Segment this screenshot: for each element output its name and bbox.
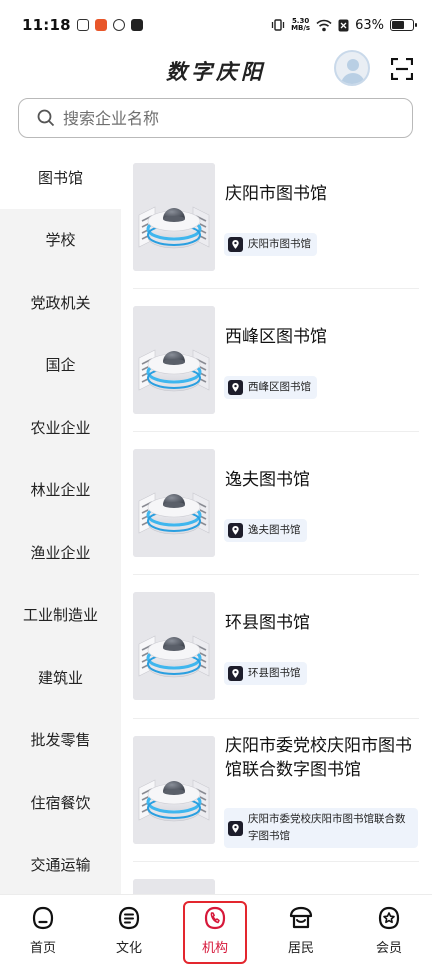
sidebar-item-retail[interactable]: 批发零售 bbox=[0, 709, 121, 772]
sidebar-item-government[interactable]: 党政机关 bbox=[0, 271, 121, 334]
resident-icon bbox=[289, 906, 313, 929]
location-tag: 环县图书馆 bbox=[224, 662, 307, 685]
library-thumbnail bbox=[133, 163, 215, 271]
location-pin-icon bbox=[228, 237, 243, 252]
tab-culture[interactable]: 文化 bbox=[86, 895, 172, 964]
wifi-icon bbox=[316, 19, 332, 31]
status-time: 11:18 bbox=[22, 16, 71, 34]
battery-icon bbox=[390, 19, 417, 31]
library-thumbnail bbox=[133, 306, 215, 414]
location-tag: 庆阳市委党校庆阳市图书馆联合数字图书馆 bbox=[224, 808, 418, 848]
library-thumbnail bbox=[133, 736, 215, 844]
notification-app-icon bbox=[94, 19, 107, 31]
tab-label: 会员 bbox=[375, 941, 402, 956]
scan-icon[interactable] bbox=[391, 58, 413, 80]
sidebar-item-school[interactable]: 学校 bbox=[0, 209, 121, 272]
location-tag: 西峰区图书馆 bbox=[224, 376, 317, 399]
list-item[interactable]: 庆阳市图书馆 庆阳市图书馆 bbox=[133, 146, 419, 289]
location-text: 庆阳市委党校庆阳市图书馆联合数字图书馆 bbox=[248, 813, 406, 842]
location-text: 西峰区图书馆 bbox=[248, 381, 311, 393]
sim-x-icon bbox=[338, 19, 349, 31]
culture-icon bbox=[118, 906, 140, 930]
sidebar-item-state-enterprise[interactable]: 国企 bbox=[0, 334, 121, 397]
location-pin-icon bbox=[228, 523, 243, 538]
battery-percent: 63% bbox=[355, 17, 384, 33]
bottom-tab-bar: 首页 文化 机构 居民 会员 bbox=[0, 894, 432, 964]
sidebar-item-transport[interactable]: 交通运输 bbox=[0, 834, 121, 895]
library-thumbnail bbox=[133, 879, 215, 894]
tab-member[interactable]: 会员 bbox=[346, 895, 432, 964]
sidebar-item-manufacturing[interactable]: 工业制造业 bbox=[0, 584, 121, 647]
sidebar-item-forestry[interactable]: 林业企业 bbox=[0, 459, 121, 522]
sidebar-item-fishery[interactable]: 渔业企业 bbox=[0, 521, 121, 584]
tab-label: 居民 bbox=[287, 941, 314, 956]
sidebar-item-agriculture[interactable]: 农业企业 bbox=[0, 396, 121, 459]
list-item[interactable]: 西峰区图书馆 西峰区图书馆 bbox=[133, 289, 419, 432]
tiktok-icon bbox=[130, 19, 143, 31]
search-icon bbox=[37, 109, 55, 127]
status-bar: 11:18 5.30 MB/s 63% bbox=[0, 0, 432, 50]
tab-label: 机构 bbox=[201, 941, 228, 956]
member-icon bbox=[378, 906, 400, 930]
sidebar-item-hospitality[interactable]: 住宿餐饮 bbox=[0, 771, 121, 834]
location-text: 逸夫图书馆 bbox=[248, 524, 301, 536]
institution-icon bbox=[204, 906, 226, 930]
tab-resident[interactable]: 居民 bbox=[258, 895, 344, 964]
tab-institution[interactable]: 机构 bbox=[172, 895, 258, 964]
location-tag: 庆阳市图书馆 bbox=[224, 233, 317, 256]
library-thumbnail bbox=[133, 592, 215, 700]
location-text: 环县图书馆 bbox=[248, 667, 301, 679]
app-header: 数字庆阳 bbox=[0, 50, 432, 92]
location-pin-icon bbox=[228, 666, 243, 681]
sidebar-item-construction[interactable]: 建筑业 bbox=[0, 646, 121, 709]
list-item[interactable]: 逸夫图书馆 逸夫图书馆 bbox=[133, 432, 419, 575]
institution-list: 庆阳市图书馆 庆阳市图书馆 西峰区图书馆 西峰区图书馆 逸夫图书馆 逸夫图书馆 … bbox=[121, 146, 432, 894]
search-input[interactable] bbox=[63, 108, 383, 128]
library-thumbnail bbox=[133, 449, 215, 557]
card-title: 逸夫图书馆 bbox=[225, 470, 310, 490]
location-text: 庆阳市图书馆 bbox=[248, 238, 311, 250]
vibrate-icon bbox=[271, 19, 285, 31]
home-icon bbox=[32, 906, 54, 930]
card-title: 庆阳市图书馆 bbox=[225, 184, 327, 204]
card-title: 庆阳市委党校庆阳市图书馆联合数字图书馆 bbox=[225, 736, 412, 780]
location-pin-icon bbox=[228, 821, 243, 836]
sidebar-item-library[interactable]: 图书馆 bbox=[0, 146, 121, 209]
card-title: 环县图书馆 bbox=[225, 613, 310, 633]
location-pin-icon bbox=[228, 380, 243, 395]
avatar[interactable] bbox=[334, 50, 370, 86]
card-title: 西峰区图书馆 bbox=[225, 327, 327, 347]
tab-home[interactable]: 首页 bbox=[0, 895, 86, 964]
category-sidebar: 图书馆 学校 党政机关 国企 农业企业 林业企业 渔业企业 工业制造业 建筑业 … bbox=[0, 146, 121, 894]
notification-app-icon bbox=[76, 19, 89, 31]
notification-app-icon bbox=[112, 19, 125, 31]
tab-label: 首页 bbox=[29, 941, 56, 956]
search-bar[interactable] bbox=[18, 98, 413, 138]
list-item[interactable]: 庆阳市委党校庆阳市图书馆联合数字图书馆 庆阳市委党校庆阳市图书馆联合数字图书馆 bbox=[133, 719, 419, 862]
list-item[interactable]: 环县图书馆 环县图书馆 bbox=[133, 575, 419, 719]
network-speed: 5.30 MB/s bbox=[291, 17, 311, 32]
location-tag: 逸夫图书馆 bbox=[224, 519, 307, 542]
list-item[interactable] bbox=[133, 862, 419, 894]
tab-label: 文化 bbox=[115, 941, 142, 956]
